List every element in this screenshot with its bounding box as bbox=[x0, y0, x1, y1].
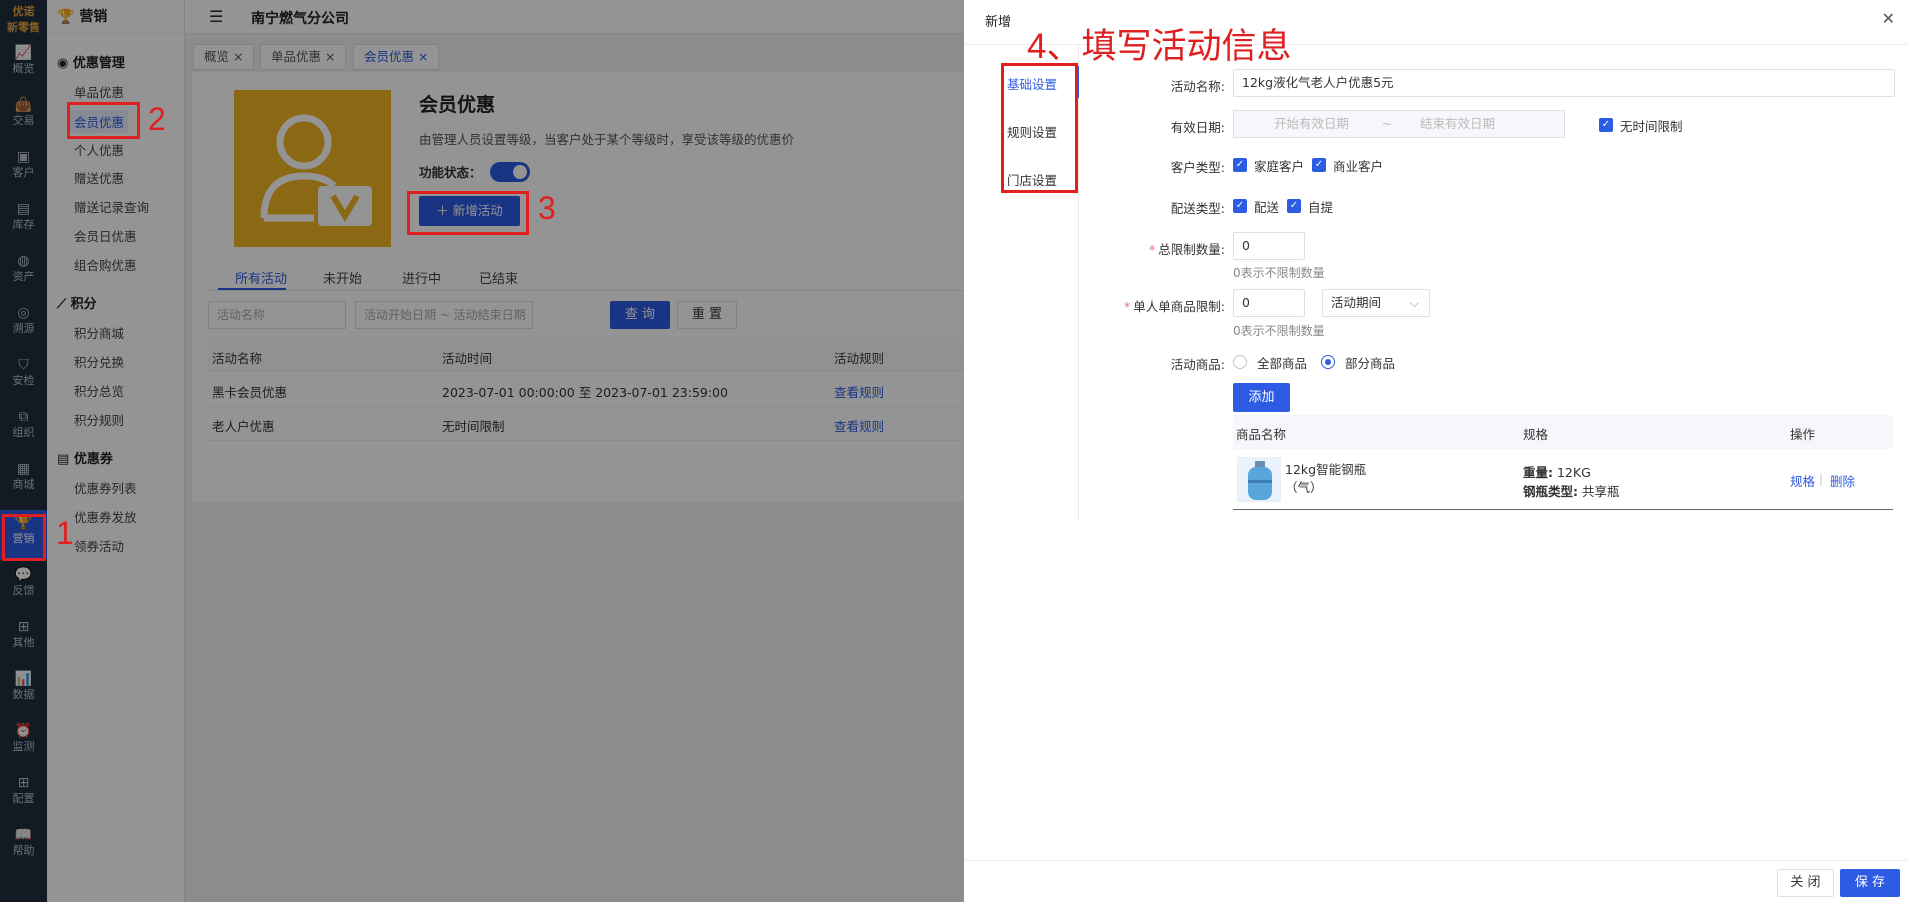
valid-date-label: 有效日期: bbox=[1170, 120, 1225, 135]
household-label: 家庭客户 bbox=[1254, 159, 1305, 174]
annotation-number-1: 1 bbox=[56, 515, 74, 551]
partial-goods-radio[interactable] bbox=[1321, 355, 1335, 369]
total-limit-hint: 0表示不限制数量 bbox=[1233, 266, 1325, 280]
no-time-limit-label: 无时间限制 bbox=[1620, 119, 1683, 134]
product-name-suffix: （气） bbox=[1285, 480, 1323, 495]
all-goods-radio[interactable] bbox=[1233, 355, 1247, 369]
close-button[interactable]: 关 闭 bbox=[1777, 869, 1834, 897]
annotation-number-2: 2 bbox=[148, 101, 166, 137]
close-icon[interactable]: ✕ bbox=[1882, 9, 1895, 28]
required-mark: * bbox=[1149, 242, 1156, 257]
household-checkbox[interactable]: ✓ bbox=[1233, 158, 1247, 172]
annotation-step-4: 4、填写活动信息 bbox=[1027, 27, 1292, 66]
product-name: 12kg智能钢瓶 bbox=[1285, 462, 1367, 477]
total-limit-label: * 总限制数量: bbox=[1075, 239, 1225, 258]
spec-link[interactable]: 规格 bbox=[1790, 471, 1815, 490]
valid-date-range[interactable]: 开始有效日期 ~ 结束有效日期 bbox=[1233, 110, 1565, 138]
annotation-number-3: 3 bbox=[538, 190, 556, 226]
save-button[interactable]: 保 存 bbox=[1840, 869, 1900, 897]
single-limit-label: * 单人单商品限制: bbox=[1075, 296, 1225, 315]
op-separator: | bbox=[1819, 471, 1824, 486]
date-end-placeholder: 结束有效日期 bbox=[1420, 116, 1496, 131]
total-limit-field[interactable]: 0 bbox=[1233, 232, 1305, 260]
spec-weight-label: 重量: bbox=[1523, 465, 1553, 480]
annotation-box-1 bbox=[2, 514, 46, 561]
gas-cylinder-icon bbox=[1248, 461, 1272, 500]
date-separator: ~ bbox=[1382, 116, 1393, 131]
col-operation: 操作 bbox=[1790, 427, 1816, 442]
delivery-checkbox[interactable]: ✓ bbox=[1233, 199, 1247, 213]
chevron-down-icon: ⌵ bbox=[1409, 295, 1419, 310]
total-limit-label-text: 总限制数量: bbox=[1158, 242, 1225, 257]
limit-period-select[interactable]: 活动期间 ⌵ bbox=[1322, 289, 1430, 317]
product-table-divider bbox=[1233, 509, 1893, 510]
single-limit-hint: 0表示不限制数量 bbox=[1233, 324, 1325, 338]
annotation-box-2 bbox=[67, 102, 140, 139]
product-thumbnail bbox=[1237, 457, 1281, 502]
activity-goods-label: 活动商品: bbox=[1170, 357, 1225, 372]
col-spec: 规格 bbox=[1523, 427, 1549, 442]
all-goods-label: 全部商品 bbox=[1257, 356, 1308, 371]
spec-weight-value: 12KG bbox=[1556, 465, 1591, 480]
limit-period-value: 活动期间 bbox=[1331, 295, 1382, 310]
single-limit-label-text: 单人单商品限制: bbox=[1133, 299, 1225, 314]
annotation-box-3 bbox=[407, 191, 529, 235]
customer-type-label: 客户类型: bbox=[1170, 160, 1225, 175]
single-limit-field[interactable]: 0 bbox=[1233, 289, 1305, 317]
spec-cylinder-label: 钢瓶类型: bbox=[1523, 484, 1578, 499]
delivery-type-label: 配送类型: bbox=[1170, 201, 1225, 216]
pickup-label: 自提 bbox=[1308, 200, 1334, 215]
annotation-box-4 bbox=[1001, 63, 1078, 193]
commercial-checkbox[interactable]: ✓ bbox=[1312, 158, 1326, 172]
activity-name-field[interactable]: 12kg液化气老人户优惠5元 bbox=[1233, 69, 1895, 97]
drawer-footer-divider bbox=[964, 860, 1909, 861]
commercial-label: 商业客户 bbox=[1333, 159, 1384, 174]
new-activity-drawer: 新增 ✕ 基础设置 规则设置 门店设置 活动名称: 12kg液化气老人户优惠5元… bbox=[964, 0, 1909, 902]
drawer-title: 新增 bbox=[985, 15, 1012, 30]
date-start-placeholder: 开始有效日期 bbox=[1274, 116, 1350, 131]
col-product-name: 商品名称 bbox=[1236, 427, 1287, 442]
partial-goods-label: 部分商品 bbox=[1345, 356, 1396, 371]
spec-cylinder-type: 钢瓶类型: 共享瓶 bbox=[1523, 481, 1620, 500]
required-mark: * bbox=[1124, 299, 1131, 314]
activity-name-label: 活动名称: bbox=[1170, 79, 1225, 94]
pickup-checkbox[interactable]: ✓ bbox=[1287, 199, 1301, 213]
spec-cylinder-value: 共享瓶 bbox=[1581, 484, 1620, 499]
spec-weight: 重量: 12KG bbox=[1523, 462, 1591, 481]
delete-link[interactable]: 删除 bbox=[1830, 471, 1855, 490]
delivery-label: 配送 bbox=[1254, 200, 1280, 215]
no-time-limit-checkbox[interactable]: ✓ bbox=[1599, 118, 1613, 132]
add-goods-button[interactable]: 添加 bbox=[1233, 383, 1290, 412]
